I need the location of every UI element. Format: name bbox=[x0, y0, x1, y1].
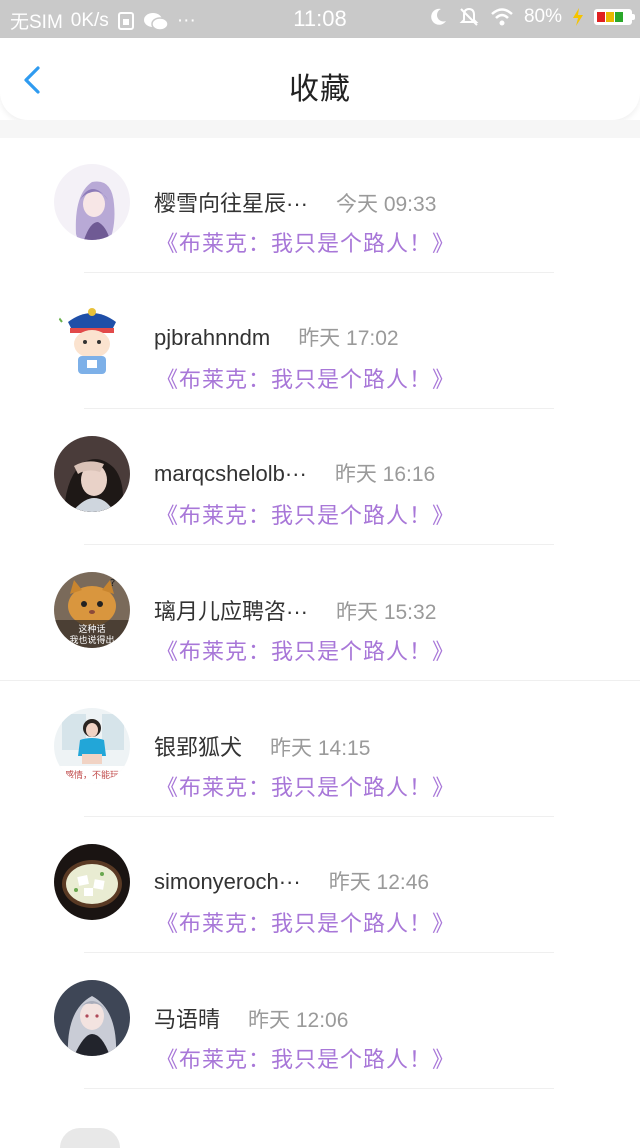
divider bbox=[84, 816, 554, 817]
divider bbox=[0, 680, 640, 681]
wifi-icon bbox=[490, 7, 514, 27]
avatar bbox=[54, 844, 130, 920]
message-preview: 《布莱克：我只是个路人！》 bbox=[156, 639, 456, 664]
charging-icon bbox=[572, 8, 584, 26]
timestamp: 昨天 12:06 bbox=[248, 1009, 349, 1032]
name-row: 马语晴 昨天 12:06 bbox=[154, 1002, 348, 1034]
mute-bell-icon bbox=[458, 6, 480, 28]
battery-percent: 80% bbox=[523, 6, 562, 27]
svg-text:?: ? bbox=[110, 578, 115, 589]
name-row: 樱雪向往星辰··· 今天 09:33 bbox=[154, 186, 436, 218]
status-bar: 无SIM 0K/s ··· 11:08 80% bbox=[0, 0, 640, 38]
avatar bbox=[54, 436, 130, 512]
name-row: marqcshelolb··· 昨天 16:16 bbox=[154, 458, 435, 488]
message-preview: 《布莱克：我只是个路人！》 bbox=[156, 775, 456, 800]
divider bbox=[84, 408, 554, 409]
name-row: simonyeroch··· 昨天 12:46 bbox=[154, 866, 429, 896]
timestamp: 昨天 15:32 bbox=[335, 601, 437, 624]
list-item[interactable]: marqcshelolb··· 昨天 16:16 《布莱克：我只是个路人！》 bbox=[0, 410, 640, 546]
status-right: 80% bbox=[428, 6, 635, 28]
message-preview: 《布莱克：我只是个路人！》 bbox=[156, 503, 456, 528]
list-item[interactable]: 马语晴 昨天 12:06 《布莱克：我只是个路人！》 bbox=[0, 954, 640, 1090]
user-name: 璃月儿应聘咨··· bbox=[154, 599, 308, 624]
list-item[interactable]: 樱雪向往星辰··· 今天 09:33 《布莱克：我只是个路人！》 bbox=[0, 138, 640, 274]
list-item[interactable]: ? 这种话 我也说得出 璃月儿应聘咨··· 昨天 15:32 《布莱克：我只是个… bbox=[0, 546, 640, 682]
timestamp: 昨天 12:46 bbox=[328, 871, 430, 894]
divider bbox=[84, 544, 554, 545]
nav-header: 收藏 bbox=[0, 38, 640, 120]
divider bbox=[84, 272, 554, 273]
message-preview: 《布莱克：我只是个路人！》 bbox=[156, 1047, 456, 1072]
avatar-caption: 这种话 bbox=[78, 623, 105, 635]
next-item-avatar-peek bbox=[60, 1128, 120, 1148]
list-item[interactable]: pjbrahnndm 昨天 17:02 《布莱克：我只是个路人！》 bbox=[0, 274, 640, 410]
message-preview: 《布莱克：我只是个路人！》 bbox=[156, 911, 456, 936]
user-name: pjbrahnndm bbox=[154, 325, 271, 350]
list-item[interactable]: 感情，不能玩 银郢狐犬 昨天 14:15 《布莱克：我只是个路人！》 bbox=[0, 682, 640, 818]
avatar bbox=[54, 164, 130, 240]
avatar bbox=[54, 300, 130, 376]
favorites-list: 樱雪向往星辰··· 今天 09:33 《布莱克：我只是个路人！》 pjbrahn… bbox=[0, 138, 640, 1090]
message-preview: 《布莱克：我只是个路人！》 bbox=[156, 367, 456, 392]
user-name: 银郢狐犬 bbox=[154, 735, 243, 760]
avatar-caption: 感情，不能玩 bbox=[65, 769, 119, 781]
avatar bbox=[54, 980, 130, 1056]
user-name: simonyeroch··· bbox=[154, 869, 301, 894]
avatar: 感情，不能玩 bbox=[54, 708, 130, 784]
name-row: 璃月儿应聘咨··· 昨天 15:32 bbox=[154, 594, 436, 626]
name-row: pjbrahnndm 昨天 17:02 bbox=[154, 322, 399, 352]
timestamp: 昨天 17:02 bbox=[298, 327, 399, 350]
avatar: ? 这种话 我也说得出 bbox=[54, 572, 130, 648]
timestamp: 今天 09:33 bbox=[335, 193, 437, 216]
message-preview: 《布莱克：我只是个路人！》 bbox=[156, 231, 456, 256]
timestamp: 昨天 16:16 bbox=[334, 463, 436, 486]
battery-icon bbox=[594, 9, 635, 25]
avatar-caption: 我也说得出 bbox=[69, 634, 114, 646]
timestamp: 昨天 14:15 bbox=[270, 737, 371, 760]
list-item[interactable]: simonyeroch··· 昨天 12:46 《布莱克：我只是个路人！》 bbox=[0, 818, 640, 954]
user-name: marqcshelolb··· bbox=[154, 461, 307, 486]
user-name: 马语晴 bbox=[154, 1007, 221, 1032]
name-row: 银郢狐犬 昨天 14:15 bbox=[154, 730, 370, 762]
user-name: 樱雪向往星辰··· bbox=[154, 191, 308, 216]
page-title: 收藏 bbox=[289, 73, 351, 106]
moon-icon bbox=[428, 7, 448, 27]
divider bbox=[84, 1088, 554, 1089]
header-separator bbox=[0, 120, 640, 138]
divider bbox=[84, 952, 554, 953]
